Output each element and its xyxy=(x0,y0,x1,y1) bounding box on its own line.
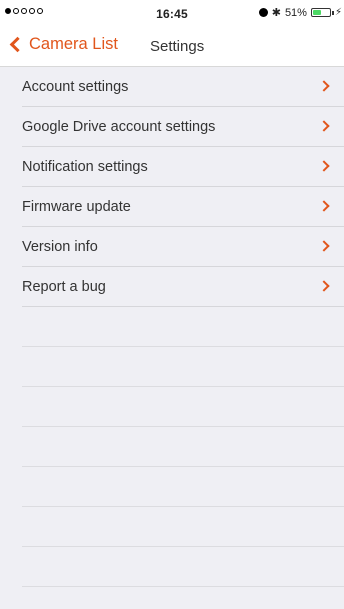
status-bar: 16:45 ✱ 51% ⚡ xyxy=(0,0,344,26)
settings-item-label: Account settings xyxy=(22,79,129,95)
alarm-icon xyxy=(258,8,268,17)
page-title: Settings xyxy=(150,38,205,55)
empty-row xyxy=(0,387,344,427)
chevron-right-icon xyxy=(318,80,330,92)
chevron-right-icon xyxy=(318,160,330,172)
battery-icon: ⚡ xyxy=(310,7,342,18)
status-right: ✱ 51% ⚡ xyxy=(258,6,342,19)
chevron-right-icon xyxy=(318,240,330,252)
settings-item-firmware-update[interactable]: Firmware update xyxy=(0,187,344,227)
settings-item-label: Report a bug xyxy=(22,279,106,295)
settings-item-report-bug[interactable]: Report a bug xyxy=(0,267,344,307)
settings-item-label: Google Drive account settings xyxy=(22,119,216,135)
bluetooth-icon: ✱ xyxy=(271,7,281,19)
settings-item-label: Notification settings xyxy=(22,159,148,175)
chevron-left-icon xyxy=(9,36,26,53)
back-button[interactable]: Camera List xyxy=(8,35,118,54)
settings-item-notifications[interactable]: Notification settings xyxy=(0,147,344,187)
back-button-label: Camera List xyxy=(29,35,118,53)
empty-row xyxy=(0,427,344,467)
charging-bolt-icon: ⚡ xyxy=(334,7,342,18)
battery-percent: 51% xyxy=(284,6,307,19)
empty-row xyxy=(0,547,344,587)
settings-list: Account settings Google Drive account se… xyxy=(0,67,344,587)
empty-row xyxy=(0,507,344,547)
navigation-bar: Camera List Settings xyxy=(0,26,344,67)
empty-row xyxy=(0,467,344,507)
chevron-right-icon xyxy=(318,200,330,212)
settings-item-google-drive[interactable]: Google Drive account settings xyxy=(0,107,344,147)
settings-item-label: Version info xyxy=(22,239,98,255)
chevron-right-icon xyxy=(318,120,330,132)
chevron-right-icon xyxy=(318,280,330,292)
settings-item-account[interactable]: Account settings xyxy=(0,67,344,107)
empty-row xyxy=(0,307,344,347)
empty-row xyxy=(0,347,344,387)
settings-content: Account settings Google Drive account se… xyxy=(0,67,344,609)
settings-item-version-info[interactable]: Version info xyxy=(0,227,344,267)
settings-item-label: Firmware update xyxy=(22,199,131,215)
battery-fill xyxy=(312,10,322,15)
